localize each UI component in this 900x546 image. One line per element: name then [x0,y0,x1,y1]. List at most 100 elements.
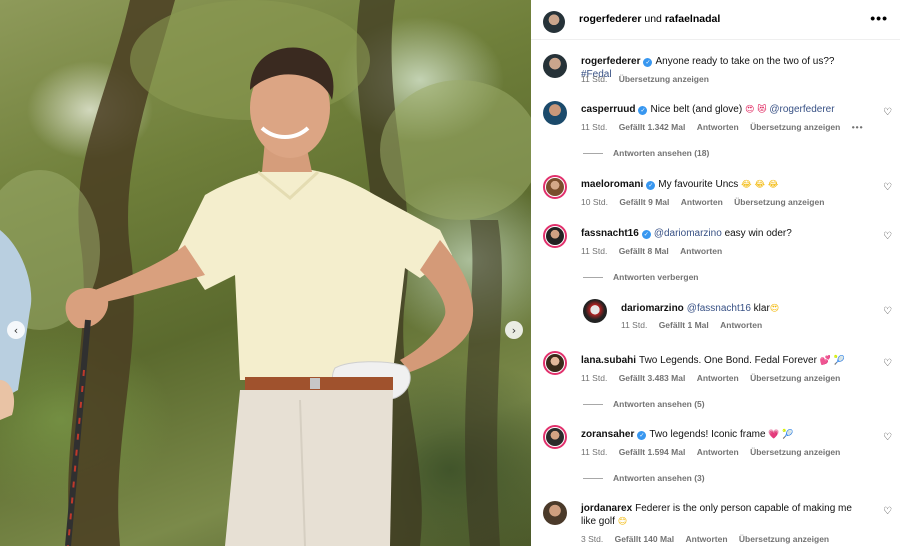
hide-replies-button[interactable]: Antworten verbergen [583,272,699,282]
comment-text: lana.subahi Two Legends. One Bond. Fedal … [581,354,866,368]
collab-username[interactable]: rafaelnadal [665,13,720,25]
reply-body: klar [753,303,770,314]
reply-text: dariomarzino @fassnacht16 klar😍 [621,302,861,316]
caption-meta: 11 Std. Übersetzung anzeigen [581,74,718,84]
comment-time[interactable]: 11 Std. [581,447,607,457]
comment-likes[interactable]: Gefällt 1.594 Mal [619,447,686,457]
chevron-right-icon[interactable]: › [505,321,523,339]
comment-meta: 11 Std. Gefällt 3.483 Mal Antworten Über… [581,373,849,383]
comment-time[interactable]: 11 Std. [581,122,607,132]
comment-username[interactable]: lana.subahi [581,355,636,366]
replies-divider [583,152,603,154]
verified-icon: ✓ [638,106,648,115]
view-replies-label: Antworten ansehen (3) [613,473,705,483]
comment-mention[interactable]: @dariomarzino [654,228,722,239]
reply-likes[interactable]: Gefällt 1 Mal [659,320,709,330]
view-replies-button[interactable]: Antworten ansehen (3) [583,473,705,483]
emoji-icon: 💗 🎾 [768,430,794,440]
reply-button[interactable]: Antworten [697,447,739,457]
comment-username[interactable]: maeloromani [581,179,643,190]
replies-divider [583,477,603,479]
heart-icon[interactable]: ♡ [883,432,892,443]
reply-time[interactable]: 11 Std. [621,320,647,330]
comment-time[interactable]: 3 Std. [581,534,603,544]
comment-body: My favourite Uncs [658,179,739,190]
reply-mention[interactable]: @fassnacht16 [687,303,751,314]
comment-text: jordanarex Federer is the only person cap… [581,502,856,529]
caption-username[interactable]: rogerfederer [581,56,640,67]
comment-likes[interactable]: Gefällt 3.483 Mal [619,373,686,383]
comment-text: fassnacht16 ✓ @dariomarzino easy win oder? [581,227,866,240]
heart-icon[interactable]: ♡ [883,107,892,118]
author-username[interactable]: rogerfederer [579,13,641,25]
author-avatar[interactable] [543,11,565,33]
heart-icon[interactable]: ♡ [883,506,892,517]
comment-likes[interactable]: Gefällt 140 Mal [615,534,675,544]
translate-button[interactable]: Übersetzung anzeigen [734,197,824,207]
emoji-icon: 😍 😻 [744,105,767,115]
comment-body: Nice belt (and glove) [650,104,743,115]
reply-username[interactable]: dariomarzino [621,303,684,314]
caption-translate[interactable]: Übersetzung anzeigen [619,74,709,84]
post-photo: ‹ › [0,0,531,546]
comment-avatar[interactable] [543,351,567,375]
replies-divider [583,276,603,278]
comment-text: zoransaher ✓ Two legends! Iconic frame 💗 🎾 [581,428,866,442]
comment-meta: 11 Std. Gefällt 1.594 Mal Antworten Über… [581,447,849,457]
heart-icon[interactable]: ♡ [883,182,892,193]
emoji-icon: 😊 [617,517,628,527]
hide-replies-label: Antworten verbergen [613,272,699,282]
comment-time[interactable]: 10 Std. [581,197,608,207]
caption-avatar[interactable] [543,54,567,78]
emoji-icon: 😂 😂 😂 [741,180,779,190]
comment-avatar[interactable] [543,425,567,449]
reply-button[interactable]: Antworten [697,122,739,132]
comment-body: easy win oder? [724,228,792,239]
verified-icon: ✓ [643,58,653,67]
reply-avatar[interactable] [583,299,607,323]
reply-button[interactable]: Antworten [720,320,762,330]
translate-button[interactable]: Übersetzung anzeigen [739,534,829,544]
replies-divider [583,403,603,405]
comment-likes[interactable]: Gefällt 8 Mal [619,246,669,256]
comment-likes[interactable]: Gefällt 9 Mal [619,197,669,207]
emoji-icon: 💕 🎾 [819,356,845,366]
view-replies-label: Antworten ansehen (5) [613,399,705,409]
heart-icon[interactable]: ♡ [883,358,892,369]
comment-username[interactable]: fassnacht16 [581,228,639,239]
heart-icon[interactable]: ♡ [883,231,892,242]
emoji-icon: 😍 [769,304,780,314]
reply-button[interactable]: Antworten [681,197,723,207]
photo-illustration [0,0,531,546]
caption-time[interactable]: 11 Std. [581,74,607,84]
view-replies-button[interactable]: Antworten ansehen (18) [583,148,709,158]
verified-icon: ✓ [637,431,647,440]
heart-icon[interactable]: ♡ [883,306,892,317]
comment-avatar[interactable] [543,224,567,248]
verified-icon: ✓ [641,230,651,239]
comment-time[interactable]: 11 Std. [581,246,607,256]
comment-avatar[interactable] [543,501,567,525]
comment-username[interactable]: zoransaher [581,429,634,440]
comment-avatar[interactable] [543,175,567,199]
comment-username[interactable]: jordanarex [581,503,632,514]
translate-button[interactable]: Übersetzung anzeigen [750,122,840,132]
comment-username[interactable]: casperruud [581,104,635,115]
translate-button[interactable]: Übersetzung anzeigen [750,447,840,457]
comment-avatar[interactable] [543,101,567,125]
comment-mention[interactable]: @rogerfederer [769,104,834,115]
reply-button[interactable]: Antworten [697,373,739,383]
post-sidebar: rogerfederer und rafaelnadal ••• rogerfe… [531,0,900,546]
chevron-left-icon[interactable]: ‹ [7,321,25,339]
comment-more-icon[interactable]: ••• [852,122,864,132]
reply-button[interactable]: Antworten [680,246,722,256]
caption-body: Anyone ready to take on the two of us?? [655,56,835,67]
reply-button[interactable]: Antworten [686,534,728,544]
translate-button[interactable]: Übersetzung anzeigen [750,373,840,383]
comment-likes[interactable]: Gefällt 1.342 Mal [619,122,686,132]
view-replies-button[interactable]: Antworten ansehen (5) [583,399,705,409]
more-icon[interactable]: ••• [870,10,888,26]
comment-meta: 10 Std. Gefällt 9 Mal Antworten Übersetz… [581,197,833,207]
comment-meta: 11 Std. Gefällt 8 Mal Antworten [581,246,731,256]
comment-time[interactable]: 11 Std. [581,373,607,383]
